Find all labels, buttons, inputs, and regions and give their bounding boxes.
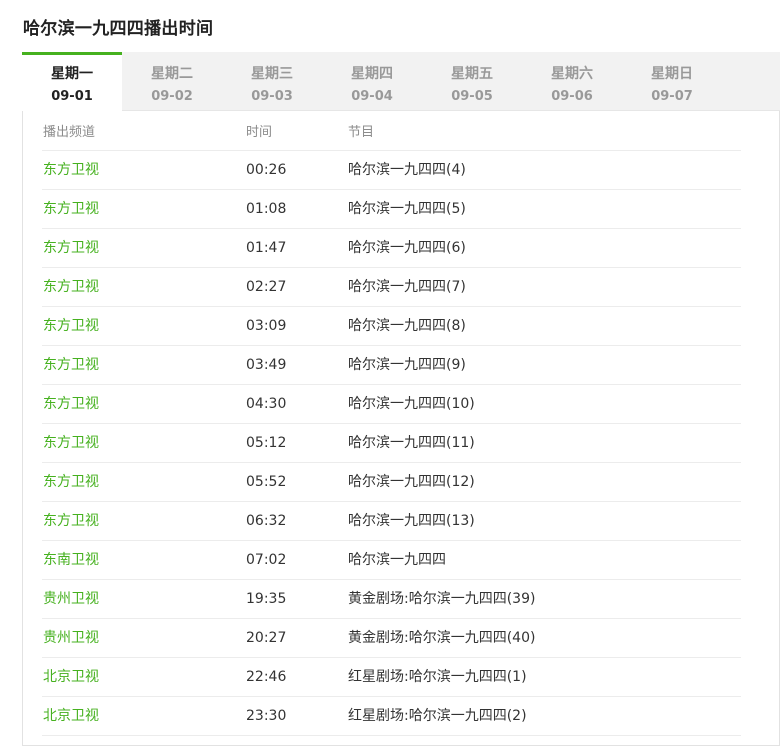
program-title: 红星剧场:哈尔滨一九四四(1) (348, 669, 527, 685)
program-title: 哈尔滨一九四四(6) (348, 240, 466, 256)
table-row: 东方卫视 05:52 哈尔滨一九四四(12) (42, 462, 741, 501)
channel-link[interactable]: 东方卫视 (43, 201, 99, 217)
tab-day-label: 星期四 (351, 66, 393, 82)
channel-link[interactable]: 东方卫视 (43, 162, 99, 178)
program-title: 哈尔滨一九四四(7) (348, 279, 466, 295)
tab-date-label: 09-03 (251, 89, 293, 104)
table-row: 东方卫视 03:09 哈尔滨一九四四(8) (42, 306, 741, 345)
column-header-program: 节目 (348, 125, 375, 140)
air-time: 03:09 (246, 318, 287, 334)
tab-date-label: 09-05 (451, 89, 493, 104)
tab-date-label: 09-01 (51, 89, 93, 104)
tab-thursday[interactable]: 星期四 09-04 (322, 52, 422, 110)
channel-link[interactable]: 东方卫视 (43, 396, 99, 412)
channel-link[interactable]: 北京卫视 (43, 669, 99, 685)
tab-wednesday[interactable]: 星期三 09-03 (222, 52, 322, 110)
table-row: 东方卫视 05:12 哈尔滨一九四四(11) (42, 423, 741, 462)
tab-monday[interactable]: 星期一 09-01 (22, 52, 122, 111)
air-time: 07:02 (246, 552, 287, 568)
channel-link[interactable]: 北京卫视 (43, 708, 99, 724)
channel-link[interactable]: 东方卫视 (43, 279, 99, 295)
program-title: 哈尔滨一九四四(10) (348, 396, 475, 412)
air-time: 04:30 (246, 396, 287, 412)
air-time: 01:47 (246, 240, 287, 256)
channel-link[interactable]: 东方卫视 (43, 513, 99, 529)
program-title: 红星剧场:哈尔滨一九四四(2) (348, 708, 527, 724)
table-row: 北京卫视 22:46 红星剧场:哈尔滨一九四四(1) (42, 657, 741, 696)
air-time: 19:35 (246, 591, 287, 607)
tab-date-label: 09-07 (651, 89, 693, 104)
program-title: 黄金剧场:哈尔滨一九四四(40) (348, 630, 536, 646)
page-title: 哈尔滨一九四四播出时间 (23, 19, 214, 39)
channel-link[interactable]: 东方卫视 (43, 318, 99, 334)
tab-day-label: 星期五 (451, 66, 493, 82)
air-time: 00:26 (246, 162, 287, 178)
tab-tuesday[interactable]: 星期二 09-02 (122, 52, 222, 110)
program-title: 哈尔滨一九四四(4) (348, 162, 466, 178)
tab-sunday[interactable]: 星期日 09-07 (622, 52, 722, 110)
table-row: 贵州卫视 19:35 黄金剧场:哈尔滨一九四四(39) (42, 579, 741, 618)
table-row: 东方卫视 04:30 哈尔滨一九四四(10) (42, 384, 741, 423)
air-time: 06:32 (246, 513, 287, 529)
column-header-channel: 播出频道 (43, 125, 96, 140)
table-row: 北京卫视 23:30 红星剧场:哈尔滨一九四四(2) (42, 696, 741, 735)
air-time: 05:52 (246, 474, 287, 490)
channel-link[interactable]: 东方卫视 (43, 240, 99, 256)
channel-link[interactable]: 东南卫视 (43, 552, 99, 568)
tab-date-label: 09-06 (551, 89, 593, 104)
table-row: 东方卫视 01:08 哈尔滨一九四四(5) (42, 189, 741, 228)
tab-date-label: 09-02 (151, 89, 193, 104)
table-row: 东方卫视 06:32 哈尔滨一九四四(13) (42, 501, 741, 540)
tab-day-label: 星期二 (151, 66, 193, 82)
air-time: 02:27 (246, 279, 287, 295)
program-title: 哈尔滨一九四四(9) (348, 357, 466, 373)
channel-link[interactable]: 东方卫视 (43, 357, 99, 373)
program-title: 黄金剧场:哈尔滨一九四四(39) (348, 591, 536, 607)
table-row: 东方卫视 01:47 哈尔滨一九四四(6) (42, 228, 741, 267)
air-time: 05:12 (246, 435, 287, 451)
channel-link[interactable]: 东方卫视 (43, 474, 99, 490)
program-title: 哈尔滨一九四四(8) (348, 318, 466, 334)
tab-day-label: 星期六 (551, 66, 593, 82)
tab-friday[interactable]: 星期五 09-05 (422, 52, 522, 110)
air-time: 20:27 (246, 630, 287, 646)
channel-link[interactable]: 贵州卫视 (43, 591, 99, 607)
table-row: 贵州卫视 20:27 黄金剧场:哈尔滨一九四四(40) (42, 618, 741, 657)
tab-saturday[interactable]: 星期六 09-06 (522, 52, 622, 110)
air-time: 03:49 (246, 357, 287, 373)
tab-day-label: 星期一 (51, 66, 93, 82)
program-title: 哈尔滨一九四四(13) (348, 513, 475, 529)
tab-day-label: 星期日 (651, 66, 693, 82)
day-tabs: 星期一 09-01 星期二 09-02 星期三 09-03 星期四 09-04 … (22, 52, 780, 111)
air-time: 22:46 (246, 669, 287, 685)
program-title: 哈尔滨一九四四(11) (348, 435, 475, 451)
air-time: 01:08 (246, 201, 287, 217)
table-row: 东南卫视 07:02 哈尔滨一九四四 (42, 540, 741, 579)
column-header-time: 时间 (246, 125, 273, 140)
table-row: 东方卫视 02:27 哈尔滨一九四四(7) (42, 267, 741, 306)
table-bottom-divider (42, 735, 741, 736)
channel-link[interactable]: 东方卫视 (43, 435, 99, 451)
table-row: 东方卫视 03:49 哈尔滨一九四四(9) (42, 345, 741, 384)
tab-day-label: 星期三 (251, 66, 293, 82)
program-title: 哈尔滨一九四四(5) (348, 201, 466, 217)
table-row: 东方卫视 00:26 哈尔滨一九四四(4) (42, 150, 741, 189)
air-time: 23:30 (246, 708, 287, 724)
program-title: 哈尔滨一九四四 (348, 552, 446, 568)
channel-link[interactable]: 贵州卫视 (43, 630, 99, 646)
tab-date-label: 09-04 (351, 89, 393, 104)
program-title: 哈尔滨一九四四(12) (348, 474, 475, 490)
